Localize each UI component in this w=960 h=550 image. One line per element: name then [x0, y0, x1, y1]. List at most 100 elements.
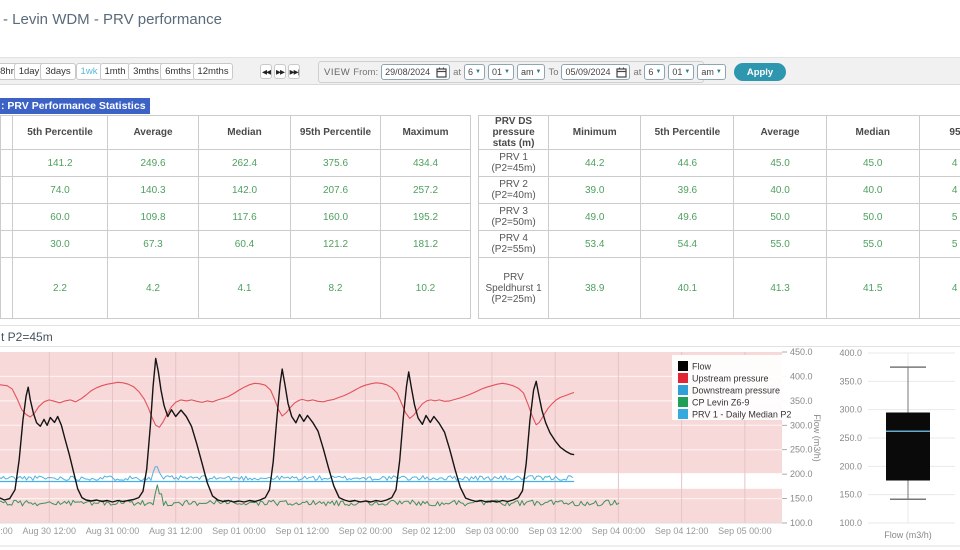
view-label: VIEW [324, 66, 351, 78]
stat-value: 39.0 [548, 176, 642, 204]
from-at-label: at [453, 66, 462, 78]
legend-item-prv-1-daily-median-p2[interactable]: PRV 1 - Daily Median P2 [692, 410, 791, 420]
chevron-down-icon: ▼ [715, 69, 722, 75]
y-axis-tick-label: 400.0 [790, 371, 813, 381]
from-date-box [381, 64, 451, 80]
step-forward-button[interactable]: ▶▶ [274, 64, 286, 79]
x-axis-tick-label: Sep 03 12:00 [528, 526, 582, 536]
column-header: 95th P [918, 115, 960, 150]
stat-value: 5 [918, 203, 960, 231]
legend-swatch-prv-1-daily-median-p2[interactable] [678, 409, 688, 419]
stat-value: 44.6 [640, 149, 735, 177]
column-header: Minimum [548, 115, 642, 150]
stat-value: 4 [918, 257, 960, 319]
to-at-label: at [633, 66, 642, 78]
to-date-input[interactable] [564, 67, 616, 77]
range-button-1mth[interactable]: 1mth [100, 63, 130, 80]
legend-swatch-upstream-pressure[interactable] [678, 373, 688, 383]
stat-value: 142.0 [198, 176, 291, 204]
stat-value: 41.5 [825, 257, 920, 319]
stat-value: 45.0 [825, 149, 920, 177]
legend-item-upstream-pressure[interactable]: Upstream pressure [692, 374, 769, 384]
stat-value: 54.4 [640, 230, 735, 258]
table-row: PRV 3 (P2=50m) 49.0 49.6 50.0 50.0 5 [477, 203, 960, 231]
stat-value: 55.0 [825, 230, 920, 258]
column-header: PRV DS pressure stats (m) [477, 115, 550, 150]
legend-swatch-flow[interactable] [678, 361, 688, 371]
boxplot-tick-label: 350.0 [839, 376, 862, 386]
chevron-down-icon: ▼ [475, 69, 481, 75]
skip-to-end-button[interactable]: ▶▶| [288, 64, 300, 79]
table-row: 30.0 67.3 60.4 121.2 181.2 [0, 230, 471, 258]
table-row: 2.2 4.2 4.1 8.2 10.2 [0, 257, 471, 319]
x-axis-tick-label: Sep 04 12:00 [655, 526, 709, 536]
x-axis-tick-label: Aug 31 12:00 [149, 526, 203, 536]
apply-button[interactable]: Apply [733, 63, 787, 81]
column-header: Median [825, 115, 920, 150]
x-axis-tick-label: Sep 05 00:00 [718, 526, 772, 536]
to-ampm-select[interactable]: am ▼ [697, 64, 726, 80]
stat-value: 53.4 [548, 230, 642, 258]
chevron-down-icon: ▼ [684, 69, 691, 75]
x-axis-tick-label: Sep 04 00:00 [592, 526, 646, 536]
stat-value: 40.0 [733, 176, 827, 204]
step-back-button[interactable]: ◀◀ [260, 64, 272, 79]
range-button-3mths[interactable]: 3mths [128, 63, 164, 80]
chevron-down-icon: ▼ [504, 69, 510, 75]
from-date-input[interactable] [384, 67, 436, 77]
table-row: PRV 1 (P2=45m) 44.2 44.6 45.0 45.0 4 [477, 149, 960, 177]
stat-value: 40.1 [640, 257, 735, 319]
stat-value: 4 [918, 176, 960, 204]
x-axis-tick-label: Sep 02 12:00 [402, 526, 456, 536]
range-button-6mths[interactable]: 6mths [160, 63, 196, 80]
column-header: Average [107, 115, 199, 150]
chevron-down-icon: ▼ [535, 69, 542, 75]
prv-row-label: PRV Speldhurst 1 (P2=25m) [477, 257, 550, 319]
boxplot-tick-label: 150.0 [839, 490, 862, 500]
stat-value: 50.0 [733, 203, 827, 231]
x-axis-tick-label: Sep 02 00:00 [339, 526, 393, 536]
legend-swatch-downstream-pressure[interactable] [678, 385, 688, 395]
to-hour-select[interactable]: 6 ▼ [644, 64, 666, 80]
stat-value: 2.2 [12, 257, 108, 319]
boxplot-tick-label: 100.0 [839, 518, 862, 528]
stat-value: 60.4 [198, 230, 291, 258]
stats-section-title: : PRV Performance Statistics [0, 96, 150, 114]
stat-value: 49.6 [640, 203, 735, 231]
stat-value: 50.0 [825, 203, 920, 231]
page-title: - Levin WDM - PRV performance [3, 11, 222, 28]
from-minute-select[interactable]: 01 ▼ [488, 64, 514, 80]
y-axis-tick-label: 350.0 [790, 396, 813, 406]
calendar-icon[interactable] [616, 67, 628, 78]
legend-swatch-cp-levin-z6-9[interactable] [678, 397, 688, 407]
to-minute-select[interactable]: 01 ▼ [668, 64, 695, 80]
chevron-down-icon: ▼ [655, 69, 662, 75]
stat-value: 44.2 [548, 149, 642, 177]
legend-item-cp-levin-z6-9[interactable]: CP Levin Z6-9 [692, 398, 749, 408]
boxplot-box [886, 412, 930, 481]
x-axis-tick-label: Aug 30 00:00 [0, 526, 13, 536]
legend-item-downstream-pressure[interactable]: Downstream pressure [692, 386, 780, 396]
from-hour-select[interactable]: 6 ▼ [464, 64, 485, 80]
range-button-3days[interactable]: 3days [40, 63, 76, 80]
y-axis-tick-label: 200.0 [790, 469, 813, 479]
stat-value: 121.2 [290, 230, 381, 258]
to-date-box [561, 64, 631, 80]
stat-value: 60.0 [12, 203, 108, 231]
range-button-1wk[interactable]: 1wk [76, 63, 102, 80]
legend-item-flow[interactable]: Flow [692, 362, 712, 372]
stat-value: 140.3 [107, 176, 199, 204]
column-header: 5th Percentile [640, 115, 735, 150]
table-row: 60.0 109.8 117.6 160.0 195.2 [0, 203, 471, 231]
from-ampm-select[interactable]: am ▼ [516, 64, 546, 80]
stat-value: 39.6 [640, 176, 735, 204]
range-button-12mths[interactable]: 12mths [193, 63, 233, 80]
prv-performance-chart: 100.0 150.0 200.0 250.0 300.0 350.0 400.0 450.0… [0, 348, 960, 547]
stat-value: 4.1 [198, 257, 291, 319]
calendar-icon[interactable] [436, 67, 447, 78]
stat-value: 30.0 [12, 230, 108, 258]
stat-value: 45.0 [733, 149, 827, 177]
chart-section-title: t P2=45m [1, 330, 53, 344]
stat-value: 67.3 [107, 230, 199, 258]
table-row: PRV 4 (P2=55m) 53.4 54.4 55.0 55.0 5 [477, 230, 960, 258]
